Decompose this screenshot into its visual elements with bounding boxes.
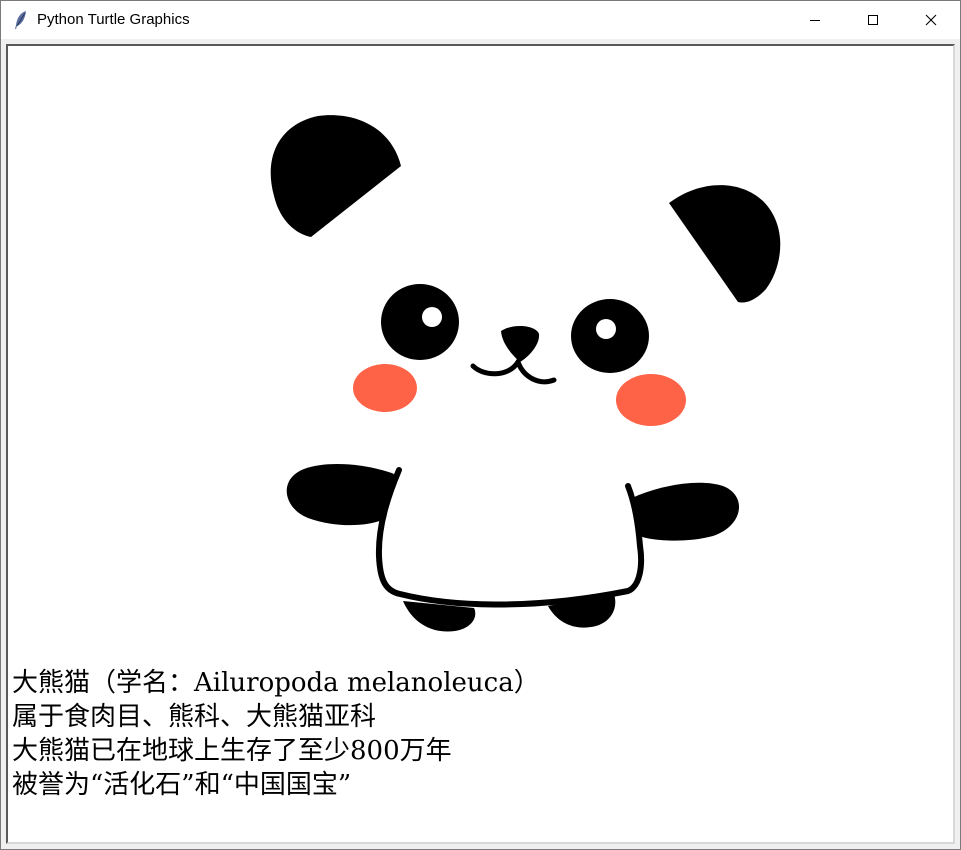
maximize-button[interactable] [844,1,902,39]
description-line-4: 被誉为“活化石”和“中国国宝” [12,770,352,800]
body-outline [375,467,645,608]
right-arm [632,482,740,541]
title-bar[interactable]: Python Turtle Graphics [1,1,960,39]
nose [501,325,540,362]
right-ear [669,185,781,303]
close-button[interactable] [902,1,960,39]
feather-icon [15,11,26,29]
window-title: Python Turtle Graphics [37,11,190,28]
description-line-2: 属于食肉目、熊科、大熊猫亚科 [12,702,377,732]
left-eye-patch [381,284,459,360]
right-eye-highlight [596,319,616,339]
left-eye-highlight [422,307,442,327]
panda-description: 大熊猫（学名：Ailuropoda melanoleuca） 属于食肉目、熊科、… [12,666,540,802]
right-blush [616,374,686,426]
maximize-icon [868,15,878,25]
turtle-window: Python Turtle Graphics 大熊猫（学名：Ailuropoda… [0,0,961,850]
description-line-3: 大熊猫已在地球上生存了至少800万年 [12,736,452,766]
left-ear [270,115,401,237]
close-icon [925,14,937,26]
minimize-icon [810,20,820,21]
description-line-1: 大熊猫（学名：Ailuropoda melanoleuca） [12,668,540,698]
mouth [470,356,557,385]
left-blush [353,364,417,412]
left-arm [286,463,394,526]
minimize-button[interactable] [786,1,844,39]
turtle-canvas[interactable]: 大熊猫（学名：Ailuropoda melanoleuca） 属于食肉目、熊科、… [6,44,955,844]
